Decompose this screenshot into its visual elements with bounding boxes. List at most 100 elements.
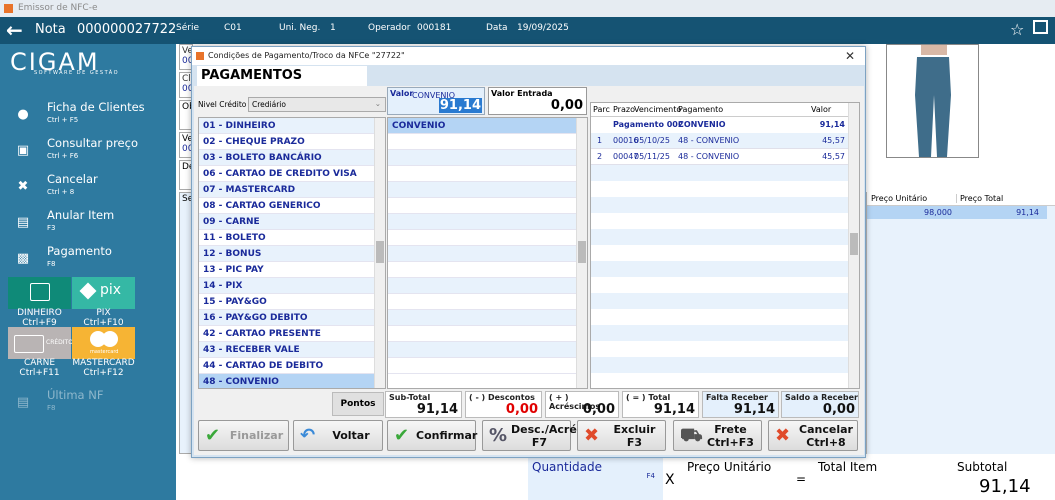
app-icon [4,4,13,13]
truck-icon: ⛟ [680,425,703,446]
tab-pagamentos-unidade[interactable]: PAGAMENTOS UNIDADE 1 [197,66,367,103]
serie-label: Série [176,23,199,33]
frete-button[interactable]: ⛟ Frete Ctrl+F3 [673,420,762,451]
app-icon [196,52,204,60]
empty-row [591,261,849,277]
window-icon[interactable] [1033,20,1048,34]
list-item[interactable]: 16 - PAY&GO DEBITO [199,310,385,326]
list-item[interactable]: 11 - BOLETO [199,230,385,246]
finalizar-button[interactable]: ✔ Finalizar [198,420,289,451]
mastercard-icon [90,331,118,347]
total-item-label: Total Item [818,460,878,474]
saldo-receber-field: Saldo a Receber 0,00 [781,391,859,418]
subtotal-label: Subtotal [957,460,1008,474]
cell: 05/11/25 [634,152,670,161]
pix-button[interactable]: pix [72,277,135,309]
empty-row [591,309,849,325]
x-icon: ✖ [17,179,29,194]
parcelas-grid[interactable]: Parc Prazo Vencimento Pagamento Valor Pa… [590,102,860,389]
valor-field[interactable]: Valor CONVENIO 91,14 [387,87,485,115]
user-icon: ● [17,107,29,122]
data-label: Data [486,23,508,33]
parcela-row[interactable]: 1 00016 05/10/25 48 - CONVENIO 45,57 [591,133,849,149]
empty-row [591,293,849,309]
list-item[interactable]: 14 - PIX [199,278,385,294]
list-item[interactable]: 43 - RECEBER VALE [199,342,385,358]
nota-number: 000000027722 [77,22,177,37]
table-row[interactable]: 98,000 91,14 [867,206,1047,219]
data-value: 19/09/2025 [517,23,569,33]
list-item[interactable]: 48 - CONVENIO [199,374,385,388]
list-item[interactable]: 15 - PAY&GO [199,294,385,310]
mastercard-button[interactable]: mastercard [72,327,135,359]
empty-row [591,357,849,373]
quantidade-field[interactable]: Quantidade F4 [528,458,663,500]
list-item[interactable]: 12 - BONUS [199,246,385,262]
nota-label: Nota [35,22,66,37]
list-item[interactable]: 01 - DINHEIRO [199,118,385,134]
empty-row [388,278,587,294]
pontos-button[interactable]: Pontos [332,392,384,416]
list-item[interactable]: 03 - BOLETO BANCÁRIO [199,150,385,166]
cell: 48 - CONVENIO [678,136,740,145]
back-arrow-icon[interactable]: ← [6,18,23,42]
favorite-icon[interactable]: ☆ [1010,20,1024,39]
empty-row [388,214,587,230]
empty-row [388,294,587,310]
list-item[interactable]: CONVENIO [388,118,587,134]
empty-row [388,150,587,166]
subtotal-field: Sub-Total 91,14 [385,391,462,418]
col-pagamento: Pagamento [678,105,724,114]
sidebar-item-pagamento[interactable]: ▩ Pagamento F8 [0,244,176,278]
empty-row [591,277,849,293]
empty-row [591,181,849,197]
list-item[interactable]: 02 - CHEQUE PRAZO [199,134,385,150]
empty-row [591,245,849,261]
scrollbar[interactable] [374,118,385,388]
list-item[interactable]: 06 - CARTAO DE CREDITO VISA [199,166,385,182]
check-icon: ✔ [394,425,410,446]
col-prazo: Prazo [613,105,635,114]
parcela-row[interactable]: 2 00047 05/11/25 48 - CONVENIO 45,57 [591,149,849,165]
check-icon: ✔ [205,425,221,446]
list-item[interactable]: 44 - CARTAO DE DEBITO [199,358,385,374]
close-button[interactable]: ✕ [839,50,861,62]
dinheiro-button[interactable] [8,277,71,309]
valor-entrada-field[interactable]: Valor Entrada 0,00 [488,87,587,115]
scrollbar[interactable] [576,118,587,388]
money-icon: ▩ [16,251,30,266]
list-item[interactable]: 09 - CARNE [199,214,385,230]
sidebar-item-consultar-preco[interactable]: ▣ Consultar preço Ctrl + F6 [0,136,176,170]
formas-pagamento-list[interactable]: 01 - DINHEIRO 02 - CHEQUE PRAZO 03 - BOLET… [198,117,386,389]
sidebar-item-ultima-nf[interactable]: ▤ Última NF F8 [0,388,176,422]
undo-arrow-icon: ↶ [300,425,316,446]
confirmar-button[interactable]: ✔ Confirmar [387,420,477,451]
carne-button[interactable]: CRÉDITO [8,327,73,359]
descontos-field: ( - ) Descontos 0,00 [465,391,542,418]
convenio-list[interactable]: CONVENIO [387,117,588,389]
sidebar-item-ficha-clientes[interactable]: ● Ficha de Clientes Ctrl + F5 [0,100,176,134]
cell: 45,57 [822,152,845,161]
nivel-credito-select[interactable]: Crediário ⌄ [248,97,386,112]
sidebar-item-anular-item[interactable]: ▤ Anular Item F3 [0,208,176,242]
serie-value: C01 [224,23,242,33]
desc-acres-button[interactable]: % Desc./Acrés. F7 [482,420,588,451]
operador-value: 000181 [417,23,452,33]
scrollbar[interactable] [848,103,859,388]
col-preco-unitario: Preço Unitário [871,194,928,203]
equals-sign: = [796,472,807,486]
sidebar-item-cancelar[interactable]: ✖ Cancelar Ctrl + 8 [0,172,176,206]
card-icon [14,335,44,353]
cancelar-button[interactable]: ✖ Cancelar Ctrl+8 [768,420,858,451]
cell: 1 [597,136,603,145]
list-item[interactable]: 13 - PIC PAY [199,262,385,278]
pagamento-group-row[interactable]: Pagamento 002 CONVENIO 91,14 [591,117,849,133]
col-preco-total: Preço Total [956,194,1003,203]
excluir-button[interactable]: ✖ Excluir F3 [577,420,666,451]
sidebar: CIGAM SOFTWARE DE GESTÃO ● Ficha de Clien… [0,44,176,500]
list-item[interactable]: 42 - CARTAO PRESENTE [199,326,385,342]
voltar-button[interactable]: ↶ Voltar [293,420,383,451]
list-item[interactable]: 07 - MASTERCARD [199,182,385,198]
col-vencimento: Vencimento [634,105,682,114]
list-item[interactable]: 08 - CARTAO GENERICO [199,198,385,214]
